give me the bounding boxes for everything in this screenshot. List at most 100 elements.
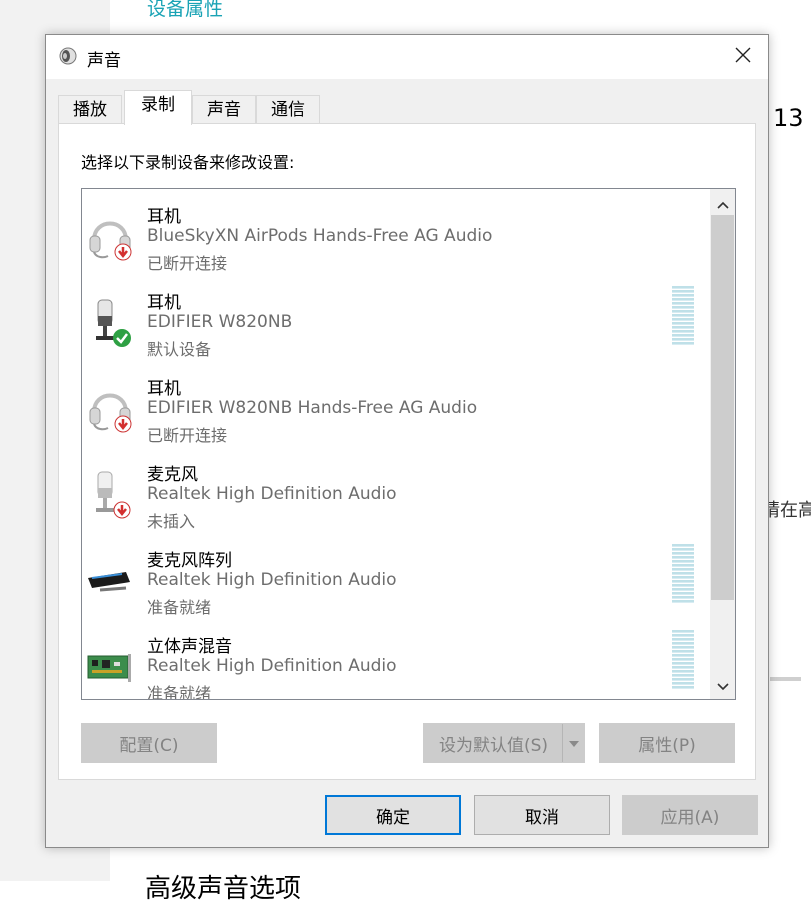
meter-segment bbox=[672, 670, 694, 673]
meter-segment bbox=[672, 548, 694, 551]
chevron-down-icon bbox=[716, 676, 729, 695]
tab-communications[interactable]: 通信 bbox=[256, 95, 320, 124]
background-number: 13 bbox=[773, 104, 804, 132]
scroll-up-button[interactable] bbox=[710, 191, 735, 215]
meter-segment bbox=[672, 298, 694, 301]
device-name: 麦克风阵列 bbox=[147, 551, 232, 571]
level-meter bbox=[672, 544, 694, 603]
meter-segment bbox=[672, 650, 694, 653]
meter-segment bbox=[672, 544, 694, 547]
ok-button[interactable]: 确定 bbox=[325, 795, 461, 835]
meter-segment bbox=[672, 334, 694, 337]
sound-dialog: 声音 播放 录制 声音 通信 选择以下录制设备来修改设置: 耳机 BlueSky… bbox=[45, 34, 769, 848]
title-bar[interactable]: 声音 bbox=[46, 35, 768, 79]
device-description: Realtek High Definition Audio bbox=[147, 570, 397, 590]
meter-segment bbox=[672, 310, 694, 313]
meter-segment bbox=[672, 674, 694, 677]
device-properties-link[interactable]: 设备属性 bbox=[147, 0, 223, 21]
list-item[interactable]: 耳机 EDIFIER W820NB 默认设备 bbox=[82, 278, 710, 364]
set-default-dropdown[interactable] bbox=[562, 724, 584, 762]
headset-icon bbox=[86, 210, 134, 262]
chevron-down-icon bbox=[568, 733, 580, 753]
list-item[interactable]: 立体声混音 Realtek High Definition Audio 准备就绪 bbox=[82, 622, 710, 700]
level-meter bbox=[672, 630, 694, 689]
meter-segment bbox=[672, 318, 694, 321]
meter-segment bbox=[672, 338, 694, 341]
meter-segment bbox=[672, 314, 694, 317]
meter-segment bbox=[672, 572, 694, 575]
meter-segment bbox=[672, 290, 694, 293]
apply-button[interactable]: 应用(A) bbox=[622, 795, 758, 835]
meter-segment bbox=[672, 596, 694, 599]
list-item[interactable]: 麦克风阵列 Realtek High Definition Audio 准备就绪 bbox=[82, 536, 710, 622]
device-name: 耳机 bbox=[147, 293, 181, 313]
meter-segment bbox=[672, 564, 694, 567]
meter-segment bbox=[672, 662, 694, 665]
speaker-icon bbox=[59, 47, 77, 65]
close-icon bbox=[734, 46, 752, 68]
recording-device-list[interactable]: 耳机 BlueSkyXN AirPods Hands-Free AG Audio… bbox=[81, 188, 736, 700]
meter-segment bbox=[672, 580, 694, 583]
set-default-label: 设为默认值(S) bbox=[438, 735, 549, 756]
close-button[interactable] bbox=[718, 35, 768, 79]
microphone-icon bbox=[86, 468, 134, 520]
device-status: 准备就绪 bbox=[147, 598, 212, 617]
meter-segment bbox=[672, 294, 694, 297]
meter-segment bbox=[672, 322, 694, 325]
tab-sounds[interactable]: 声音 bbox=[192, 95, 256, 124]
cancel-button[interactable]: 取消 bbox=[474, 795, 610, 835]
meter-segment bbox=[672, 658, 694, 661]
meter-segment bbox=[672, 556, 694, 559]
device-description: Realtek High Definition Audio bbox=[147, 484, 397, 504]
meter-segment bbox=[672, 552, 694, 555]
device-status: 已断开连接 bbox=[147, 426, 228, 445]
background-side-text: 请在高 bbox=[762, 500, 811, 521]
meter-segment bbox=[672, 592, 694, 595]
device-name: 耳机 bbox=[147, 379, 181, 399]
device-name: 麦克风 bbox=[147, 465, 198, 485]
meter-segment bbox=[672, 560, 694, 563]
tab-playback[interactable]: 播放 bbox=[58, 95, 122, 124]
meter-segment bbox=[672, 642, 694, 645]
list-item[interactable]: 耳机 BlueSkyXN AirPods Hands-Free AG Audio… bbox=[82, 192, 710, 278]
meter-segment bbox=[672, 666, 694, 669]
meter-segment bbox=[672, 686, 694, 689]
microphone-array-icon bbox=[86, 554, 134, 606]
meter-segment bbox=[672, 682, 694, 685]
device-status: 未插入 bbox=[147, 512, 196, 531]
device-status: 已断开连接 bbox=[147, 254, 228, 273]
sound-card-icon bbox=[86, 640, 134, 692]
list-item[interactable]: 麦克风 Realtek High Definition Audio 未插入 bbox=[82, 450, 710, 536]
meter-segment bbox=[672, 568, 694, 571]
device-description: EDIFIER W820NB Hands-Free AG Audio bbox=[147, 398, 478, 418]
dialog-title: 声音 bbox=[87, 51, 121, 71]
list-scrollbar[interactable] bbox=[710, 189, 735, 699]
meter-segment bbox=[672, 330, 694, 333]
scroll-down-button[interactable] bbox=[710, 673, 735, 697]
configure-button[interactable]: 配置(C) bbox=[81, 723, 217, 763]
device-description: BlueSkyXN AirPods Hands-Free AG Audio bbox=[147, 226, 493, 246]
meter-segment bbox=[672, 326, 694, 329]
headset-icon bbox=[86, 382, 134, 434]
meter-segment bbox=[672, 638, 694, 641]
scroll-thumb[interactable] bbox=[711, 215, 734, 600]
advanced-sound-heading: 高级声音选项 bbox=[145, 874, 302, 904]
meter-segment bbox=[672, 576, 694, 579]
device-status: 默认设备 bbox=[147, 340, 212, 359]
tab-recording[interactable]: 录制 bbox=[124, 90, 192, 125]
device-status: 准备就绪 bbox=[147, 684, 212, 700]
meter-segment bbox=[672, 342, 694, 345]
background-divider bbox=[770, 677, 801, 681]
meter-segment bbox=[672, 584, 694, 587]
set-default-button[interactable]: 设为默认值(S) bbox=[423, 723, 585, 763]
recording-panel: 选择以下录制设备来修改设置: 耳机 BlueSkyXN AirPods Hand… bbox=[58, 123, 756, 780]
chevron-up-icon bbox=[716, 194, 729, 213]
meter-segment bbox=[672, 646, 694, 649]
meter-segment bbox=[672, 600, 694, 603]
meter-segment bbox=[672, 630, 694, 633]
meter-segment bbox=[672, 588, 694, 591]
device-name: 耳机 bbox=[147, 207, 181, 227]
properties-button[interactable]: 属性(P) bbox=[599, 723, 735, 763]
level-meter bbox=[672, 286, 694, 345]
list-item[interactable]: 耳机 EDIFIER W820NB Hands-Free AG Audio 已断… bbox=[82, 364, 710, 450]
